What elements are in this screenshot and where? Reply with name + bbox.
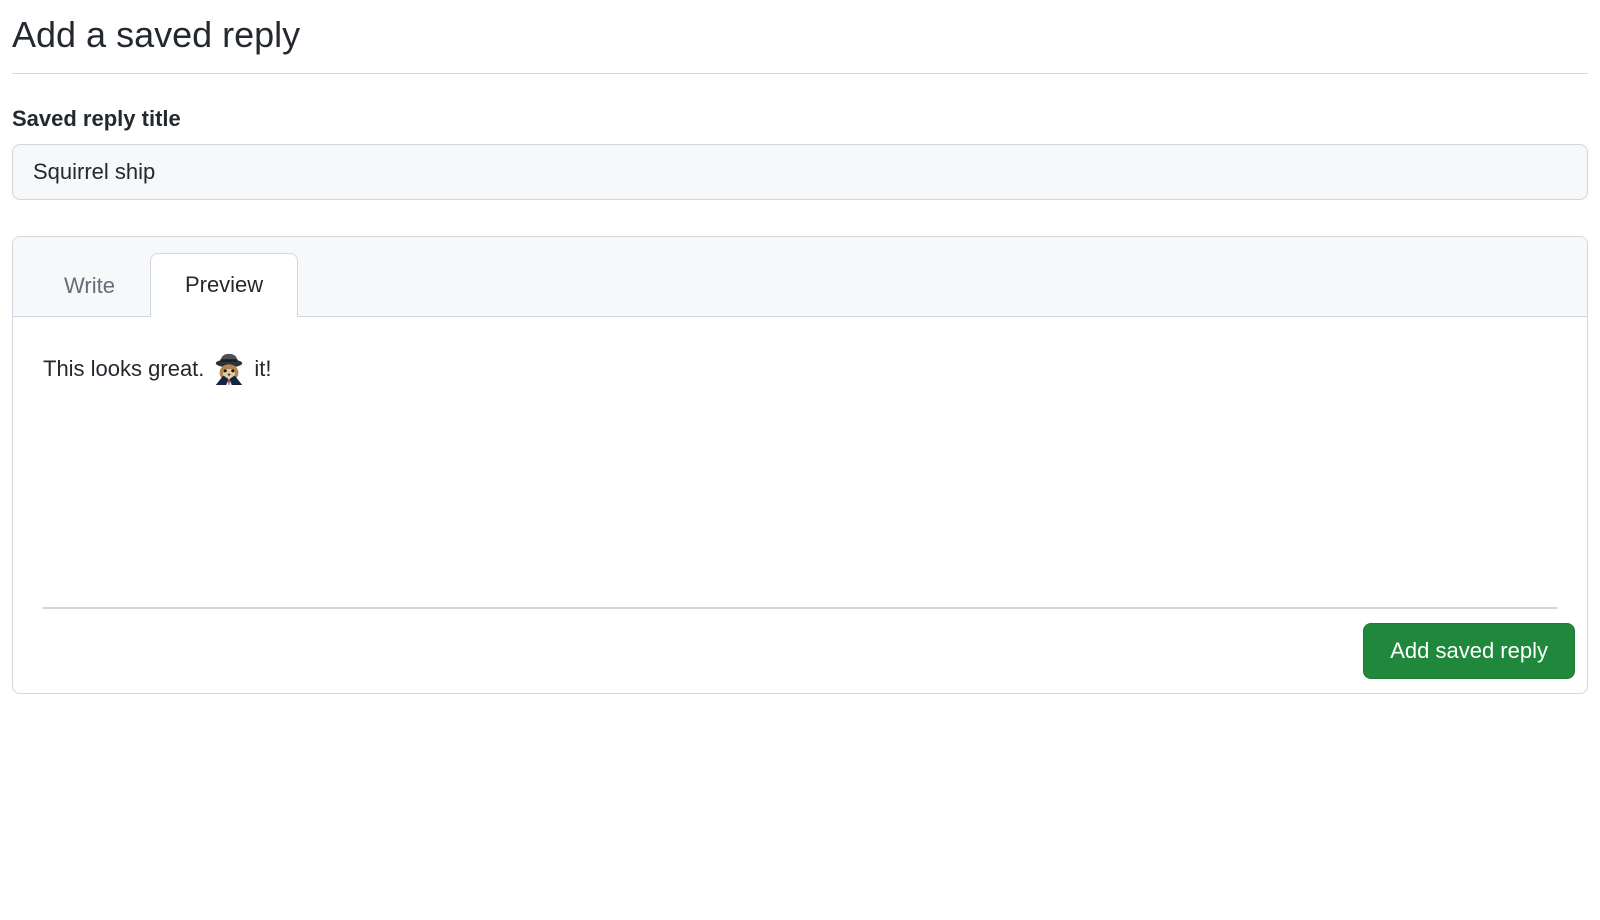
actions-bar: Add saved reply <box>13 609 1587 693</box>
tab-write[interactable]: Write <box>29 253 150 317</box>
preview-text-after: it! <box>254 352 271 385</box>
preview-content: This looks great. <box>43 351 1557 385</box>
shipit-squirrel-icon <box>212 351 246 385</box>
title-field-label: Saved reply title <box>12 106 1588 132</box>
tab-preview[interactable]: Preview <box>150 253 298 317</box>
page-title: Add a saved reply <box>12 12 1588 74</box>
preview-text-before: This looks great. <box>43 352 204 385</box>
editor-box: Write Preview This looks great. <box>12 236 1588 694</box>
tab-strip: Write Preview <box>13 237 1587 317</box>
preview-area: This looks great. <box>13 317 1587 587</box>
add-saved-reply-button[interactable]: Add saved reply <box>1363 623 1575 679</box>
title-input[interactable] <box>12 144 1588 200</box>
